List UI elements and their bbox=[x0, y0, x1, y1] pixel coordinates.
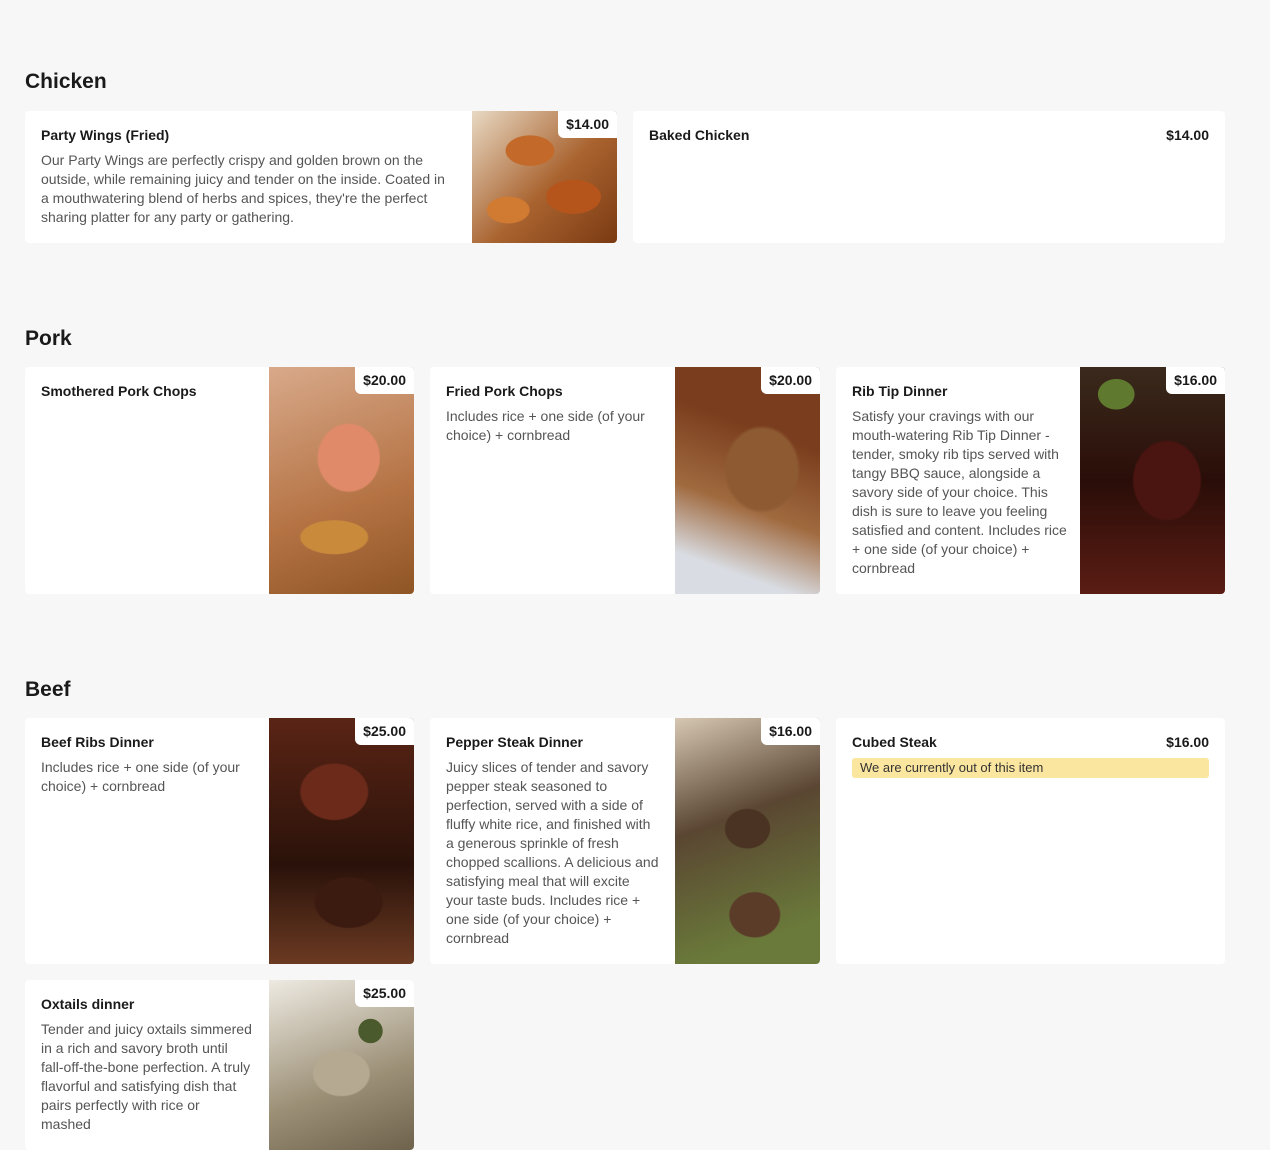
item-description: Juicy slices of tender and savory pepper… bbox=[446, 759, 659, 946]
menu-item-smothered-pork-chops[interactable]: Smothered Pork Chops $20.00 bbox=[25, 367, 414, 594]
out-of-stock-notice: We are currently out of this item bbox=[852, 758, 1209, 778]
item-price: $25.00 bbox=[355, 718, 414, 745]
menu-item-oxtails-dinner[interactable]: Oxtails dinner Tender and juicy oxtails … bbox=[25, 980, 414, 1150]
item-name: Pepper Steak Dinner bbox=[446, 734, 583, 750]
item-description: Our Party Wings are perfectly crispy and… bbox=[41, 152, 445, 225]
section-title-chicken: Chicken bbox=[25, 70, 107, 93]
menu-item-baked-chicken[interactable]: Baked Chicken $14.00 bbox=[633, 111, 1225, 243]
item-name: Smothered Pork Chops bbox=[41, 383, 197, 399]
item-price: $16.00 bbox=[1166, 367, 1225, 394]
item-photo-pepper-steak: $16.00 bbox=[675, 718, 820, 964]
item-photo-rib-tip-dinner: $16.00 bbox=[1080, 367, 1225, 594]
item-name: Cubed Steak bbox=[852, 734, 937, 750]
item-price: $14.00 bbox=[1166, 127, 1209, 143]
item-name: Oxtails dinner bbox=[41, 996, 135, 1012]
item-price: $16.00 bbox=[761, 718, 820, 745]
item-description: Includes rice + one side (of your choice… bbox=[41, 759, 240, 794]
item-price: $20.00 bbox=[761, 367, 820, 394]
item-price: $20.00 bbox=[355, 367, 414, 394]
menu-item-rib-tip-dinner[interactable]: Rib Tip Dinner Satisfy your cravings wit… bbox=[836, 367, 1225, 594]
item-photo-oxtails: $25.00 bbox=[269, 980, 414, 1150]
item-photo-smothered-pork-chops: $20.00 bbox=[269, 367, 414, 594]
item-photo-party-wings: $14.00 bbox=[472, 111, 617, 243]
item-photo-beef-ribs: $25.00 bbox=[269, 718, 414, 964]
menu-item-pepper-steak-dinner[interactable]: Pepper Steak Dinner Juicy slices of tend… bbox=[430, 718, 820, 964]
item-name: Fried Pork Chops bbox=[446, 383, 563, 399]
item-name: Baked Chicken bbox=[649, 127, 750, 143]
menu-item-cubed-steak[interactable]: Cubed Steak We are currently out of this… bbox=[836, 718, 1225, 964]
item-description: Satisfy your cravings with our mouth-wat… bbox=[852, 408, 1067, 576]
item-name: Beef Ribs Dinner bbox=[41, 734, 154, 750]
item-name: Party Wings (Fried) bbox=[41, 127, 170, 143]
menu-item-fried-pork-chops[interactable]: Fried Pork Chops Includes rice + one sid… bbox=[430, 367, 820, 594]
item-description: Includes rice + one side (of your choice… bbox=[446, 408, 645, 443]
item-price: $16.00 bbox=[1166, 734, 1209, 750]
item-photo-fried-pork-chops: $20.00 bbox=[675, 367, 820, 594]
item-price: $14.00 bbox=[558, 111, 617, 138]
item-price: $25.00 bbox=[355, 980, 414, 1007]
section-title-pork: Pork bbox=[25, 327, 72, 350]
section-title-beef: Beef bbox=[25, 678, 71, 701]
menu-item-party-wings[interactable]: Party Wings (Fried) Our Party Wings are … bbox=[25, 111, 617, 243]
menu-item-beef-ribs-dinner[interactable]: Beef Ribs Dinner Includes rice + one sid… bbox=[25, 718, 414, 964]
item-name: Rib Tip Dinner bbox=[852, 383, 948, 399]
item-description: Tender and juicy oxtails simmered in a r… bbox=[41, 1021, 252, 1132]
